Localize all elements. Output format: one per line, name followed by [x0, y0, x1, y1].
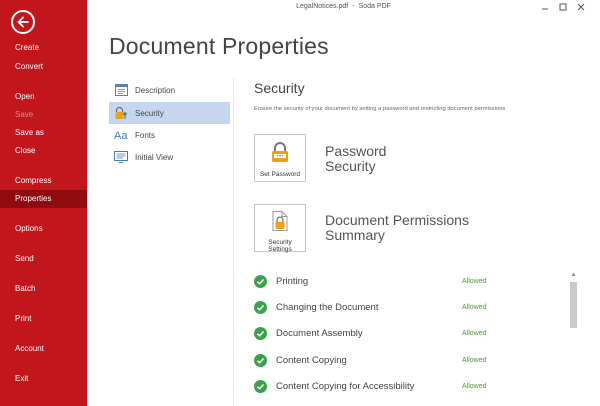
backstage-sidebar: Create Convert Open Save Save as Close C… [0, 0, 87, 406]
section-title: Security [254, 80, 305, 96]
monitor-icon [114, 150, 128, 164]
panel-divider [233, 78, 234, 406]
permissions-scrollbar[interactable]: ▲ [569, 272, 578, 406]
menu-save-as[interactable]: Save as [0, 124, 87, 142]
password-heading-line2: Security [325, 158, 376, 174]
back-arrow-icon[interactable] [11, 10, 35, 34]
menu-send[interactable]: Send [0, 250, 87, 268]
page-title: Document Properties [109, 33, 329, 59]
nav-security-label: Security [135, 108, 164, 118]
menu-batch[interactable]: Batch [0, 280, 87, 298]
menu-open[interactable]: Open [0, 88, 87, 106]
permission-name: Document Assembly [276, 327, 363, 339]
permission-row: Printing Allowed [254, 272, 568, 290]
fonts-icon: Aa [114, 128, 128, 142]
permission-name: Content Copying [276, 354, 347, 366]
permission-status: Allowed [462, 382, 487, 390]
check-circle-icon [254, 326, 267, 340]
permission-row: Changing the Document Allowed [254, 298, 568, 316]
nav-security[interactable]: Security [109, 102, 230, 124]
minimize-icon[interactable] [538, 1, 552, 13]
password-heading-line1: Password [325, 143, 387, 159]
menu-create[interactable]: Create [0, 39, 87, 57]
password-lock-icon: **** [269, 141, 291, 168]
permission-name: Printing [276, 275, 309, 287]
nav-initial-view-label: Initial View [135, 152, 174, 162]
security-settings-line1: Security [268, 239, 292, 246]
permission-row: Content Copying for Accessibility Allowe… [254, 377, 568, 395]
menu-properties[interactable]: Properties [0, 190, 87, 208]
set-password-label: Set Password [259, 171, 301, 178]
menu-close[interactable]: Close [0, 142, 87, 160]
permission-status: Allowed [462, 277, 487, 285]
menu-print[interactable]: Print [0, 310, 87, 328]
permission-status: Allowed [462, 303, 487, 311]
permission-name: Content Copying for Accessibility [276, 380, 415, 392]
section-description: Ensure the security of your document by … [254, 106, 506, 112]
check-circle-icon [254, 300, 267, 314]
file-name: LegalNotices.pdf [296, 3, 349, 10]
permission-row: Document Assembly Allowed [254, 324, 568, 342]
menu-save: Save [15, 110, 34, 119]
check-circle-icon [254, 353, 267, 367]
permission-status: Allowed [462, 356, 487, 364]
title-bar: LegalNotices.pdf - Soda PDF [87, 0, 600, 16]
menu-compress[interactable]: Compress [0, 172, 87, 190]
permission-row: Content Copying Allowed [254, 351, 568, 369]
security-settings-label: Security Settings [268, 239, 292, 253]
menu-options[interactable]: Options [0, 220, 87, 238]
nav-initial-view[interactable]: Initial View [109, 146, 230, 168]
document-lock-icon [271, 211, 289, 236]
window-title: LegalNotices.pdf - Soda PDF [87, 3, 600, 10]
title-separator: - [352, 3, 355, 10]
svg-text:****: **** [277, 153, 284, 158]
permissions-heading-line1: Document Permissions [325, 212, 469, 228]
set-password-button[interactable]: **** Set Password [254, 134, 306, 182]
menu-convert[interactable]: Convert [0, 58, 87, 76]
svg-text:Aa: Aa [114, 130, 128, 141]
permission-name: Changing the Document [276, 301, 379, 313]
menu-account[interactable]: Account [0, 340, 87, 358]
check-circle-icon [254, 379, 267, 393]
app-name: Soda PDF [358, 3, 391, 10]
maximize-icon[interactable] [556, 1, 570, 13]
nav-description[interactable]: Description [109, 79, 230, 101]
password-security-heading: Password Security [325, 144, 386, 174]
permissions-heading-line2: Summary [325, 227, 385, 243]
lock-key-icon [114, 106, 128, 120]
security-settings-button[interactable]: Security Settings [254, 204, 306, 253]
nav-fonts[interactable]: Aa Fonts [109, 124, 230, 146]
permissions-summary-heading: Document Permissions Summary [325, 213, 469, 243]
scroll-up-icon[interactable]: ▲ [570, 272, 577, 279]
menu-exit[interactable]: Exit [0, 370, 87, 388]
nav-fonts-label: Fonts [135, 130, 156, 140]
nav-description-label: Description [135, 85, 176, 95]
check-circle-icon [254, 274, 267, 288]
security-settings-line2: Settings [268, 246, 292, 253]
scroll-thumb[interactable] [570, 282, 577, 328]
close-icon[interactable] [574, 1, 588, 13]
permission-status: Allowed [462, 329, 487, 337]
description-icon [114, 83, 128, 97]
